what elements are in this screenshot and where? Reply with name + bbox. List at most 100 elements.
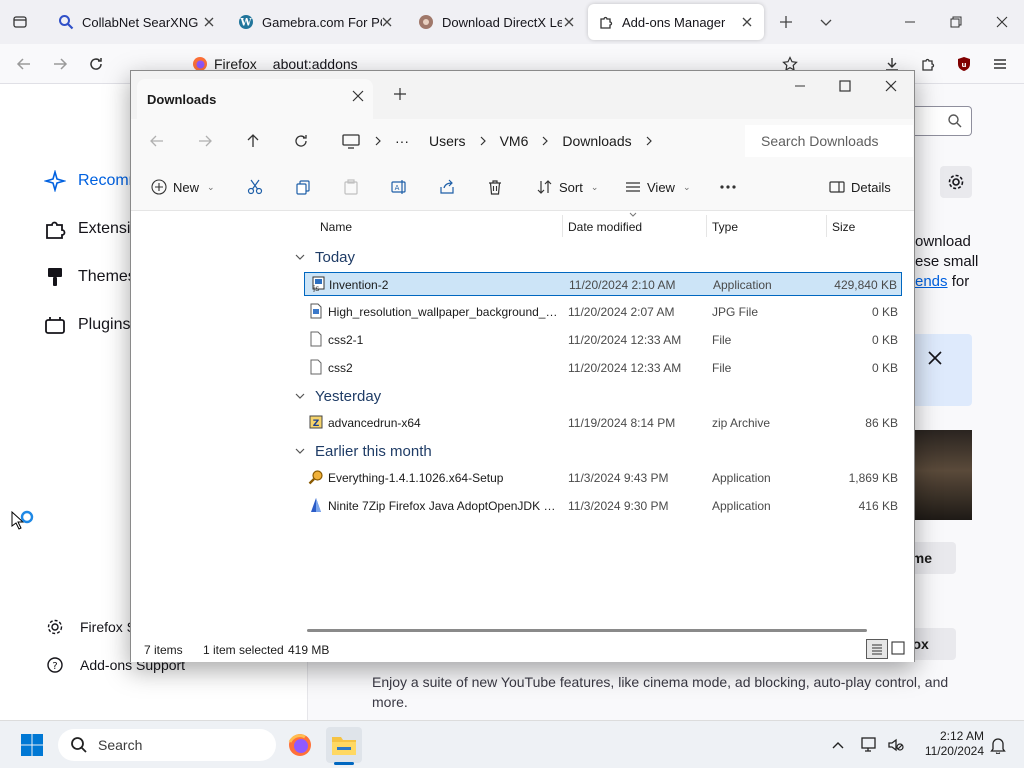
breadcrumb-users[interactable]: Users — [419, 133, 476, 149]
minimize-icon[interactable] — [898, 10, 922, 34]
column-header-type[interactable]: Type — [712, 220, 738, 234]
explorer-title-bar: Downloads — [131, 71, 914, 119]
close-icon[interactable] — [884, 79, 898, 93]
rename-button[interactable]: A — [391, 175, 407, 199]
column-header-name[interactable]: Name — [320, 220, 352, 234]
group-header-earlier-this-month[interactable]: Earlier this month — [295, 440, 432, 462]
column-headers: Name Date modified Type Size — [291, 211, 914, 241]
back-icon[interactable] — [12, 52, 36, 76]
breadcrumb-overflow[interactable]: ··· — [385, 133, 419, 149]
more-options-button[interactable] — [719, 175, 737, 199]
back-icon[interactable] — [145, 129, 169, 153]
tiles-view-icon[interactable] — [891, 641, 905, 655]
share-button[interactable] — [439, 175, 455, 199]
chevron-down-icon[interactable] — [814, 10, 838, 34]
refresh-icon[interactable] — [289, 129, 313, 153]
cut-button[interactable] — [247, 175, 263, 199]
addon-description-line2: more. — [372, 694, 408, 710]
volume-muted-icon[interactable] — [878, 727, 914, 763]
close-tab-icon[interactable] — [200, 13, 218, 31]
paste-button[interactable] — [343, 175, 359, 199]
browser-tab-addons[interactable]: Add-ons Manager — [588, 4, 764, 40]
close-tab-icon[interactable] — [378, 13, 396, 31]
browser-tab-searxng[interactable]: CollabNet SearXNG — [48, 4, 226, 40]
column-divider[interactable] — [562, 215, 563, 237]
system-clock[interactable]: 2:12 AM 11/20/2024 — [914, 729, 984, 759]
tools-gear-button[interactable] — [940, 166, 972, 198]
file-row[interactable]: Everything-1.4.1.1026.x64-Setup 11/3/202… — [304, 466, 902, 490]
details-pane-button[interactable]: Details — [829, 175, 891, 199]
intro-link[interactable]: ends — [915, 273, 948, 290]
file-row[interactable]: Z advancedrun-x64 11/19/2024 8:14 PM zip… — [304, 411, 902, 435]
copy-button[interactable] — [295, 175, 311, 199]
details-view-icon[interactable] — [866, 639, 888, 659]
search-input[interactable]: Search Downloads — [745, 125, 913, 157]
file-row[interactable]: css2-1 11/20/2024 12:33 AM File 0 KB — [304, 328, 902, 352]
file-type: Application — [712, 471, 771, 485]
forward-icon[interactable] — [48, 52, 72, 76]
chevron-right-icon[interactable] — [538, 135, 552, 147]
category-recommendations[interactable]: Recomm — [44, 170, 142, 192]
column-divider[interactable] — [826, 215, 827, 237]
breadcrumb-downloads[interactable]: Downloads — [552, 133, 641, 149]
browser-tab-gamebra[interactable]: W Gamebra.com For PC V — [228, 4, 404, 40]
start-button[interactable] — [14, 727, 50, 763]
category-extensions[interactable]: Extensi — [44, 218, 130, 240]
breadcrumb-vm6[interactable]: VM6 — [490, 133, 539, 149]
extensions-icon[interactable] — [916, 52, 940, 76]
column-divider[interactable] — [706, 215, 707, 237]
taskbar-file-explorer[interactable] — [326, 727, 362, 765]
navigation-pane — [131, 211, 291, 636]
new-tab-icon[interactable] — [393, 87, 407, 101]
up-arrow-icon[interactable] — [241, 129, 265, 153]
file-list-pane: Name Date modified Type Size Today js In… — [291, 211, 914, 636]
firefox-settings-link[interactable]: Firefox S — [46, 618, 136, 636]
file-icon — [308, 331, 324, 347]
reload-icon[interactable] — [84, 52, 108, 76]
new-button[interactable]: New ⌄ — [151, 175, 215, 199]
scissors-icon — [247, 179, 263, 195]
ublock-shield-icon[interactable]: u — [952, 52, 976, 76]
group-header-today[interactable]: Today — [295, 246, 355, 268]
file-row[interactable]: High_resolution_wallpaper_background_I..… — [304, 300, 902, 324]
close-tab-icon[interactable] — [351, 89, 365, 103]
column-header-size[interactable]: Size — [832, 220, 855, 234]
category-themes[interactable]: Themes — [44, 266, 136, 288]
delete-button[interactable] — [487, 175, 503, 199]
close-tab-icon[interactable] — [560, 13, 578, 31]
explorer-tab-downloads[interactable]: Downloads — [137, 79, 373, 119]
chevron-right-icon[interactable] — [642, 135, 656, 147]
chevron-up-icon[interactable] — [820, 727, 856, 763]
file-date: 11/20/2024 2:10 AM — [569, 278, 676, 292]
details-label: Details — [851, 179, 891, 195]
file-row[interactable]: css2 11/20/2024 12:33 AM File 0 KB — [304, 356, 902, 380]
file-row[interactable]: js Invention-2 11/20/2024 2:10 AM Applic… — [304, 272, 902, 296]
view-button[interactable]: View ⌄ — [625, 175, 691, 199]
category-plugins[interactable]: Plugins — [44, 314, 130, 336]
restore-icon[interactable] — [944, 10, 968, 34]
new-label: New — [173, 179, 200, 195]
browser-tab-directx[interactable]: Download DirectX Leg — [408, 4, 586, 40]
close-tab-icon[interactable] — [738, 13, 756, 31]
notification-bell-icon[interactable] — [980, 727, 1016, 763]
group-header-yesterday[interactable]: Yesterday — [295, 385, 381, 407]
forward-icon[interactable] — [193, 129, 217, 153]
explorer-address-row: ··· Users VM6 Downloads Search Downloads — [131, 119, 914, 163]
file-row[interactable]: Ninite 7Zip Firefox Java AdoptOpenJDK x.… — [304, 494, 902, 518]
this-pc-icon[interactable] — [339, 129, 363, 153]
minimize-icon[interactable] — [793, 79, 807, 93]
taskbar-firefox[interactable] — [282, 727, 318, 763]
tab-list-icon[interactable] — [8, 10, 32, 34]
taskbar-search[interactable]: Search — [58, 729, 276, 761]
hamburger-menu-icon[interactable] — [988, 52, 1012, 76]
close-icon[interactable] — [990, 10, 1014, 34]
sort-button[interactable]: Sort ⌄ — [537, 175, 598, 199]
new-tab-icon[interactable] — [774, 10, 798, 34]
chevron-right-icon[interactable] — [371, 135, 385, 147]
close-icon[interactable] — [928, 351, 942, 365]
maximize-icon[interactable] — [838, 79, 852, 93]
category-label: Plugins — [78, 316, 131, 333]
chevron-right-icon[interactable] — [476, 135, 490, 147]
column-header-date[interactable]: Date modified — [568, 220, 642, 234]
horizontal-scrollbar[interactable] — [307, 629, 867, 632]
